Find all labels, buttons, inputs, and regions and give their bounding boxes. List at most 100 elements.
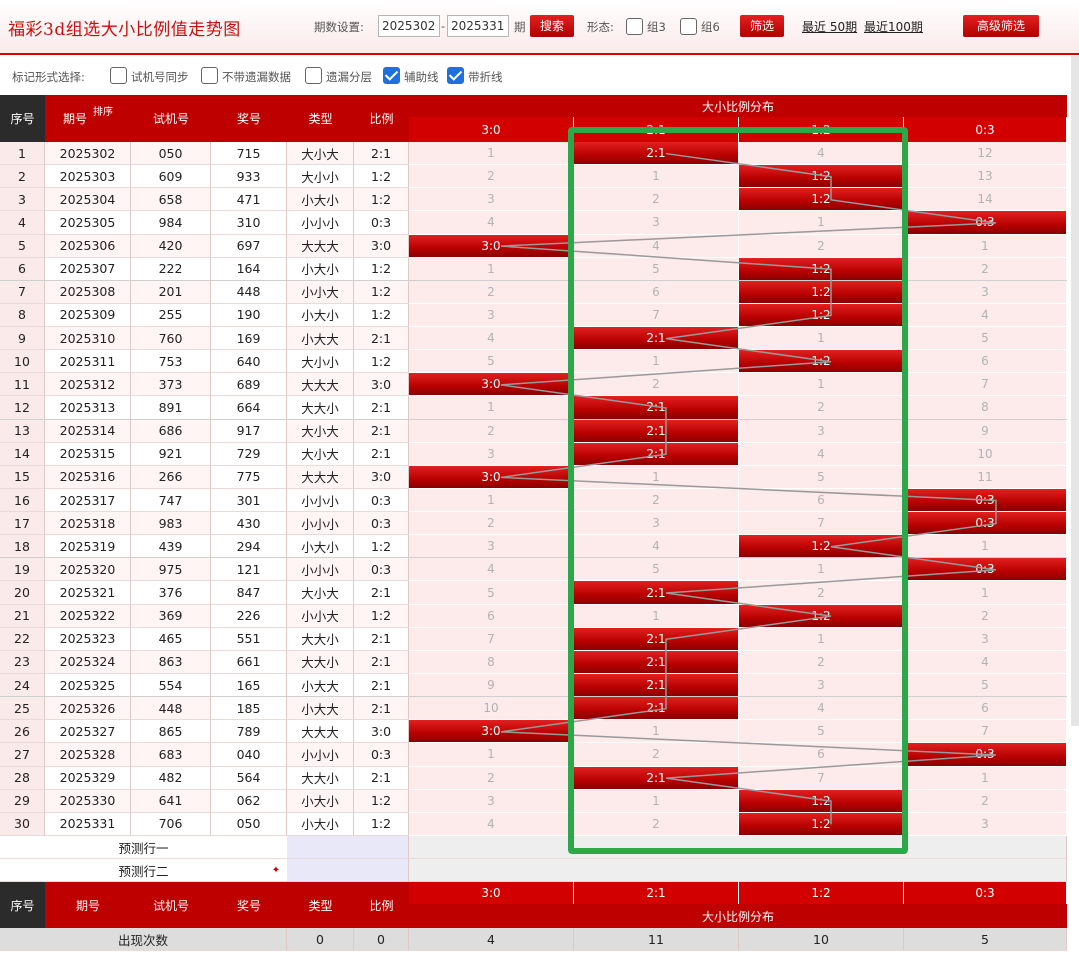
row-type: 大大小 bbox=[287, 396, 354, 420]
dist-hit-cell: 2:1 bbox=[574, 419, 739, 443]
row-period: 2025321 bbox=[45, 581, 131, 605]
row-award: 847 bbox=[211, 581, 287, 605]
dist-miss-cell: 6 bbox=[739, 743, 904, 767]
row-award: 789 bbox=[211, 720, 287, 744]
dist-miss-cell: 2 bbox=[574, 812, 739, 836]
row-trial: 482 bbox=[131, 766, 211, 790]
row-type: 小大小 bbox=[287, 257, 354, 281]
dist-hit-cell: 2:1 bbox=[574, 650, 739, 674]
prediction-input-1[interactable] bbox=[287, 836, 409, 859]
dist-miss-cell: 8 bbox=[409, 650, 574, 674]
row-trial: 255 bbox=[131, 303, 211, 328]
row-trial: 376 bbox=[131, 581, 211, 605]
dist-miss-cell: 2 bbox=[904, 257, 1067, 281]
group3-checkbox[interactable] bbox=[626, 18, 643, 35]
footer-seq: 序号 bbox=[0, 882, 45, 928]
header-dist-col: 3:0 bbox=[409, 117, 573, 142]
dist-miss-cell: 1 bbox=[409, 743, 574, 767]
dist-miss-cell: 2 bbox=[409, 165, 574, 189]
dist-miss-cell: 4 bbox=[739, 142, 904, 166]
row-type: 小大大 bbox=[287, 327, 354, 351]
search-button[interactable]: 搜索 bbox=[530, 15, 574, 37]
row-type: 小小小 bbox=[287, 488, 354, 513]
row-type: 小小小 bbox=[287, 512, 354, 536]
row-seq: 10 bbox=[0, 350, 45, 374]
period-end-input[interactable]: 2025331 bbox=[447, 15, 509, 37]
row-trial: 747 bbox=[131, 488, 211, 513]
row-seq: 26 bbox=[0, 720, 45, 744]
row-award: 301 bbox=[211, 488, 287, 513]
trial-sync-label: 试机号同步 bbox=[131, 70, 189, 84]
aux-line-checkbox[interactable] bbox=[383, 67, 400, 84]
dist-hit-cell: 1:2 bbox=[739, 188, 904, 212]
footer-dist-col: 2:1 bbox=[574, 882, 738, 904]
row-seq: 12 bbox=[0, 396, 45, 420]
row-trial: 465 bbox=[131, 627, 211, 651]
dist-hit-cell: 1:2 bbox=[739, 535, 904, 559]
polyline-checkbox[interactable] bbox=[447, 67, 464, 84]
dist-miss-cell: 7 bbox=[904, 720, 1067, 744]
footer-dist-col: 3:0 bbox=[409, 882, 573, 904]
dist-miss-cell: 1 bbox=[739, 373, 904, 397]
dist-miss-cell: 5 bbox=[739, 720, 904, 744]
row-trial: 050 bbox=[131, 142, 211, 166]
dist-hit-cell: 2:1 bbox=[574, 673, 739, 698]
miss-layer-checkbox[interactable] bbox=[305, 67, 322, 84]
period-start-input[interactable]: 2025302 bbox=[378, 15, 440, 37]
row-award: 729 bbox=[211, 442, 287, 466]
dist-miss-cell: 6 bbox=[739, 488, 904, 513]
top-toolbar: 福彩3d组选大小比例值走势图 期数设置: 2025302 - 2025331 期… bbox=[0, 0, 1079, 55]
advanced-filter-button[interactable]: 高级筛选 bbox=[963, 15, 1039, 37]
dist-miss-cell: 8 bbox=[904, 396, 1067, 420]
dist-miss-cell: 1 bbox=[409, 142, 574, 166]
count-value: 5 bbox=[904, 928, 1067, 951]
row-trial: 686 bbox=[131, 419, 211, 443]
row-seq: 3 bbox=[0, 188, 45, 212]
aux-line-label: 辅助线 bbox=[404, 70, 439, 84]
row-award: 190 bbox=[211, 303, 287, 328]
row-award: 226 bbox=[211, 604, 287, 628]
dist-hit-cell: 1:2 bbox=[739, 280, 904, 304]
group6-checkbox[interactable] bbox=[680, 18, 697, 35]
dist-miss-cell: 3 bbox=[409, 789, 574, 813]
row-award: 664 bbox=[211, 396, 287, 420]
row-seq: 25 bbox=[0, 697, 45, 721]
row-ratio: 1:2 bbox=[354, 535, 409, 559]
row-type: 小小小 bbox=[287, 558, 354, 582]
header-ratio: 比例 bbox=[354, 95, 409, 142]
dist-hit-cell: 3:0 bbox=[409, 373, 574, 397]
row-award: 050 bbox=[211, 812, 287, 836]
row-type: 大小小 bbox=[287, 165, 354, 189]
dist-miss-cell: 3 bbox=[409, 303, 574, 328]
filter-button[interactable]: 筛选 bbox=[740, 15, 784, 37]
trial-sync-checkbox[interactable] bbox=[110, 67, 127, 84]
sort-button[interactable]: 排序 bbox=[90, 100, 116, 120]
recent50-link[interactable]: 最近 50期 bbox=[802, 18, 857, 35]
prediction-input-2[interactable] bbox=[287, 859, 409, 882]
dist-miss-cell: 5 bbox=[904, 327, 1067, 351]
row-trial: 891 bbox=[131, 396, 211, 420]
row-ratio: 2:1 bbox=[354, 142, 409, 166]
row-type: 大大大 bbox=[287, 373, 354, 397]
header-dist-col: 0:3 bbox=[904, 117, 1066, 142]
dist-miss-cell: 1 bbox=[409, 257, 574, 281]
row-seq: 16 bbox=[0, 488, 45, 513]
dist-miss-cell: 1 bbox=[574, 465, 739, 489]
prediction-row-1: 预测行一 bbox=[0, 836, 287, 859]
row-award: 040 bbox=[211, 743, 287, 767]
row-award: 310 bbox=[211, 211, 287, 235]
dist-miss-cell: 5 bbox=[409, 350, 574, 374]
no-miss-checkbox[interactable] bbox=[201, 67, 218, 84]
row-period: 2025315 bbox=[45, 442, 131, 466]
dist-hit-cell: 0:3 bbox=[904, 743, 1067, 767]
vertical-scrollbar[interactable] bbox=[1071, 56, 1079, 726]
row-award: 430 bbox=[211, 512, 287, 536]
row-seq: 1 bbox=[0, 142, 45, 166]
row-seq: 21 bbox=[0, 604, 45, 628]
dist-hit-cell: 2:1 bbox=[574, 581, 739, 605]
row-trial: 975 bbox=[131, 558, 211, 582]
row-trial: 753 bbox=[131, 350, 211, 374]
header-award: 奖号 bbox=[211, 95, 287, 142]
recent100-link[interactable]: 最近100期 bbox=[864, 18, 923, 35]
row-seq: 9 bbox=[0, 327, 45, 351]
